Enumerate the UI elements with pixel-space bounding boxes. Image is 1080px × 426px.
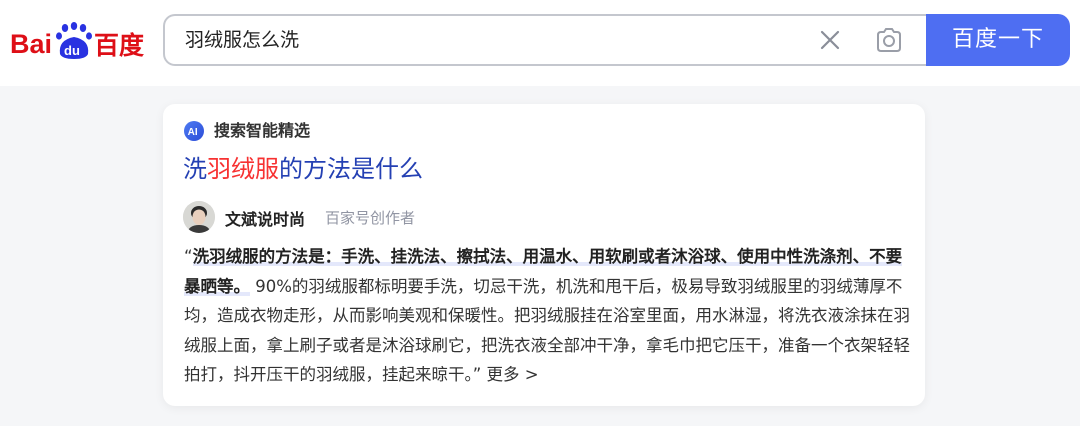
title-highlight: 羽绒服 [207, 155, 279, 183]
open-quote: “ [184, 247, 193, 266]
top-bar: Bai du 百度 羽绒服怎么洗 百度一下 [0, 0, 1080, 86]
clear-icon[interactable] [819, 29, 841, 51]
result-title[interactable]: 洗羽绒服的方法是什么 [183, 152, 423, 186]
ai-answer-card: AI 搜索智能精选 洗羽绒服的方法是什么 文斌说时尚 百家号创作者 “洗羽绒服的… [163, 104, 925, 406]
logo-text-du: du [64, 43, 80, 58]
author-name[interactable]: 文斌说时尚 [225, 206, 305, 230]
answer-content: “洗羽绒服的方法是：手洗、挂洗法、擦拭法、用温水、用软刷或者沐浴球、使用中性洗涤… [184, 242, 910, 390]
ai-label: 搜索智能精选 [214, 121, 311, 140]
logo-text-bai: Bai [10, 29, 52, 59]
search-button[interactable]: 百度一下 [926, 14, 1070, 66]
title-pre: 洗 [183, 155, 207, 183]
title-post: 的方法是什么 [279, 155, 423, 183]
logo-text-cn: 百度 [94, 31, 144, 60]
avatar[interactable] [183, 201, 215, 233]
close-quote: ” [472, 365, 487, 384]
baidu-logo[interactable]: Bai du 百度 [10, 22, 150, 62]
answer-detail: 90%的羽绒服都标明要手洗，切忌干洗，机洗和甩干后，极易导致羽绒服里的羽绒薄厚不… [184, 276, 910, 385]
ai-icon: AI [184, 121, 204, 141]
author-tag: 百家号创作者 [325, 209, 416, 227]
svg-text:AI: AI [188, 127, 198, 138]
search-box[interactable]: 羽绒服怎么洗 [163, 14, 930, 66]
camera-icon[interactable] [875, 27, 903, 53]
search-input[interactable]: 羽绒服怎么洗 [185, 16, 299, 64]
author-row: 文斌说时尚 百家号创作者 [183, 201, 583, 235]
more-link[interactable]: 更多 > [487, 365, 539, 384]
